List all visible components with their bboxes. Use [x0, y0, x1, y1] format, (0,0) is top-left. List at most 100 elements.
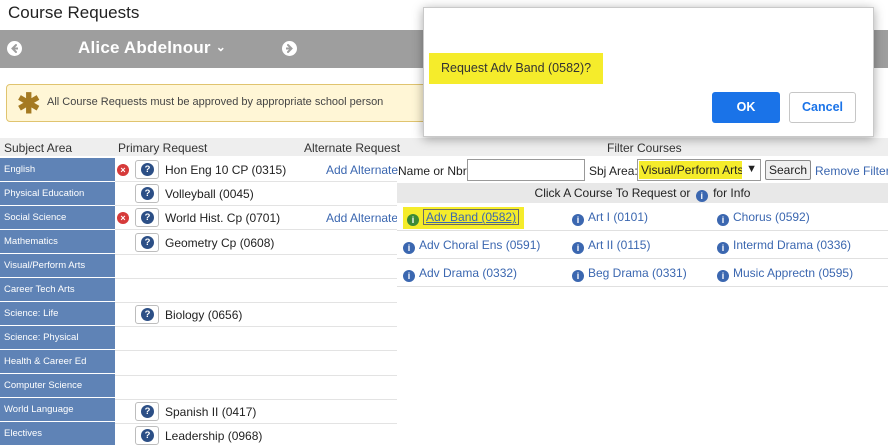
question-icon: ? — [141, 308, 154, 322]
course-result-row: i Adv Drama (0332) i Beg Drama (0331) i Music… — [397, 259, 888, 287]
course-info-button[interactable]: ? — [135, 184, 159, 204]
info-icon[interactable]: i — [572, 270, 584, 282]
subject-area-item[interactable]: Mathematics — [0, 230, 115, 254]
info-icon[interactable]: i — [403, 270, 415, 282]
question-icon: ? — [141, 163, 154, 176]
course-result-link[interactable]: i Beg Drama (0331) — [572, 266, 687, 282]
subject-area-header: Subject Area — [4, 141, 73, 155]
course-result-label: Beg Drama (0331) — [588, 266, 687, 280]
course-result-link[interactable]: i Chorus (0592) — [717, 210, 810, 226]
course-result-link[interactable]: i Adv Choral Ens (0591) — [403, 238, 540, 254]
subject-area-item[interactable]: Health & Career Ed — [0, 350, 115, 374]
question-icon: ? — [141, 429, 154, 443]
subject-area-item[interactable]: Physical Education — [0, 182, 115, 206]
subject-area-item[interactable]: Social Science — [0, 206, 115, 230]
info-icon[interactable]: i — [572, 242, 584, 254]
cancel-button[interactable]: Cancel — [789, 92, 856, 123]
alternate-request-header: Alternate Request — [304, 141, 401, 155]
course-info-button[interactable]: ? — [135, 402, 159, 421]
remove-filter-link[interactable]: Remove Filter — [815, 164, 888, 178]
info-icon[interactable]: i — [403, 242, 415, 254]
name-filter-input[interactable] — [467, 159, 585, 181]
course-info-button[interactable]: ? — [135, 208, 159, 228]
subject-area-item[interactable]: Science: Life — [0, 302, 115, 326]
course-result-link[interactable]: i Adv Band (0582) — [403, 207, 525, 229]
subject-area-selected-value: Visual/Perform Arts — [639, 161, 742, 179]
course-result-row: i Adv Band (0582) i Art I (0101) i Chorus (05… — [397, 203, 888, 231]
filter-area: Name or Nbr: Sbj Area: Visual/Perform Ar… — [397, 158, 888, 447]
course-result-label: Music Apprectn (0595) — [733, 266, 854, 280]
request-row — [115, 279, 397, 303]
subject-area-item[interactable]: Visual/Perform Arts — [0, 254, 115, 278]
subject-area-select[interactable]: Visual/Perform Arts ▼ — [637, 159, 761, 181]
course-result-label: Art II (0115) — [588, 238, 651, 252]
right-arrow-circle-icon — [286, 44, 293, 53]
subject-area-item[interactable]: World Language — [0, 398, 115, 422]
notice-text: All Course Requests must be approved by … — [47, 96, 384, 108]
course-result-link[interactable]: i Art II (0115) — [572, 238, 650, 254]
subject-area-item[interactable]: Science: Physical — [0, 326, 115, 350]
request-row: ? Geometry Cp (0608) — [115, 231, 397, 255]
course-result-link[interactable]: i Adv Drama (0332) — [403, 266, 517, 282]
course-result-label: Intermd Drama (0336) — [733, 238, 852, 252]
dialog-message: Request Adv Band (0582)? — [429, 53, 604, 84]
filter-courses-header: Filter Courses — [607, 141, 682, 155]
previous-student-button[interactable] — [7, 41, 22, 56]
course-info-button[interactable]: ? — [135, 160, 159, 179]
course-result-link[interactable]: i Music Apprectn (0595) — [717, 266, 853, 282]
subject-area-item[interactable]: Electives — [0, 422, 115, 446]
request-row: ×? Hon Eng 10 CP (0315) Add Alternate — [115, 158, 398, 182]
info-icon[interactable]: i — [717, 242, 729, 254]
course-result-link[interactable]: i Intermd Drama (0336) — [717, 238, 851, 254]
request-row: ? Biology (0656) — [115, 303, 397, 328]
add-alternate-link[interactable]: Add Alternate — [326, 211, 398, 225]
subject-list: English Physical Education Social Science M… — [0, 158, 115, 446]
results-header-suffix: for Info — [713, 186, 751, 200]
next-student-button[interactable] — [282, 41, 297, 56]
request-row: ? Spanish II (0417) — [115, 400, 397, 424]
student-name-dropdown[interactable]: Alice Abdelnour ⌄ — [78, 38, 226, 58]
course-result-link[interactable]: i Art I (0101) — [572, 210, 648, 226]
request-row — [115, 376, 397, 400]
course-info-button[interactable]: ? — [135, 305, 159, 325]
add-alternate-link[interactable]: Add Alternate — [326, 163, 398, 177]
info-icon[interactable]: i — [572, 214, 584, 226]
course-result-label: Adv Band (0582) — [423, 209, 520, 225]
ok-button[interactable]: OK — [712, 92, 780, 123]
search-button[interactable]: Search — [765, 160, 811, 180]
dropdown-caret-icon: ▼ — [746, 163, 757, 175]
course-result-label: Adv Choral Ens (0591) — [419, 238, 541, 252]
course-info-button[interactable]: ? — [135, 232, 159, 252]
primary-request-header: Primary Request — [118, 141, 208, 155]
info-icon[interactable]: i — [407, 214, 419, 226]
request-row: ? Leadership (0968) — [115, 424, 397, 447]
subject-area-item[interactable]: Computer Science — [0, 374, 115, 398]
subject-area-item[interactable]: English — [0, 158, 115, 182]
course-result-label: Chorus (0592) — [733, 210, 810, 224]
course-info-button[interactable]: ? — [135, 426, 159, 446]
asterisk-icon: ✱ — [17, 88, 41, 119]
subject-area-item[interactable]: Career Tech Arts — [0, 278, 115, 302]
request-row — [115, 352, 397, 376]
results-header-text: Click A Course To Request or — [534, 186, 691, 200]
info-icon[interactable]: i — [717, 270, 729, 282]
info-icon: i — [695, 190, 708, 202]
primary-course-name: Leadership (0968) — [165, 429, 263, 444]
question-icon: ? — [141, 405, 154, 418]
course-result-label: Adv Drama (0332) — [419, 266, 518, 280]
primary-course-name: Hon Eng 10 CP (0315) — [165, 163, 287, 177]
question-icon: ? — [141, 235, 154, 249]
name-filter-label: Name or Nbr: — [398, 164, 471, 178]
primary-course-name: Volleyball (0045) — [165, 187, 254, 202]
results-header: Click A Course To Request or i for Info — [397, 183, 888, 203]
remove-request-icon[interactable]: × — [117, 164, 129, 176]
remove-request-icon[interactable]: × — [117, 212, 129, 225]
question-icon: ? — [141, 211, 154, 225]
request-row: ? Volleyball (0045) — [115, 182, 397, 207]
subject-filter-label: Sbj Area: — [589, 164, 638, 178]
info-icon[interactable]: i — [717, 214, 729, 226]
primary-course-name: Spanish II (0417) — [165, 405, 257, 419]
primary-course-name: Geometry Cp (0608) — [165, 235, 275, 250]
request-row: ×? World Hist. Cp (0701) Add Alternate — [115, 206, 398, 231]
primary-course-name: World Hist. Cp (0701) — [165, 211, 281, 226]
